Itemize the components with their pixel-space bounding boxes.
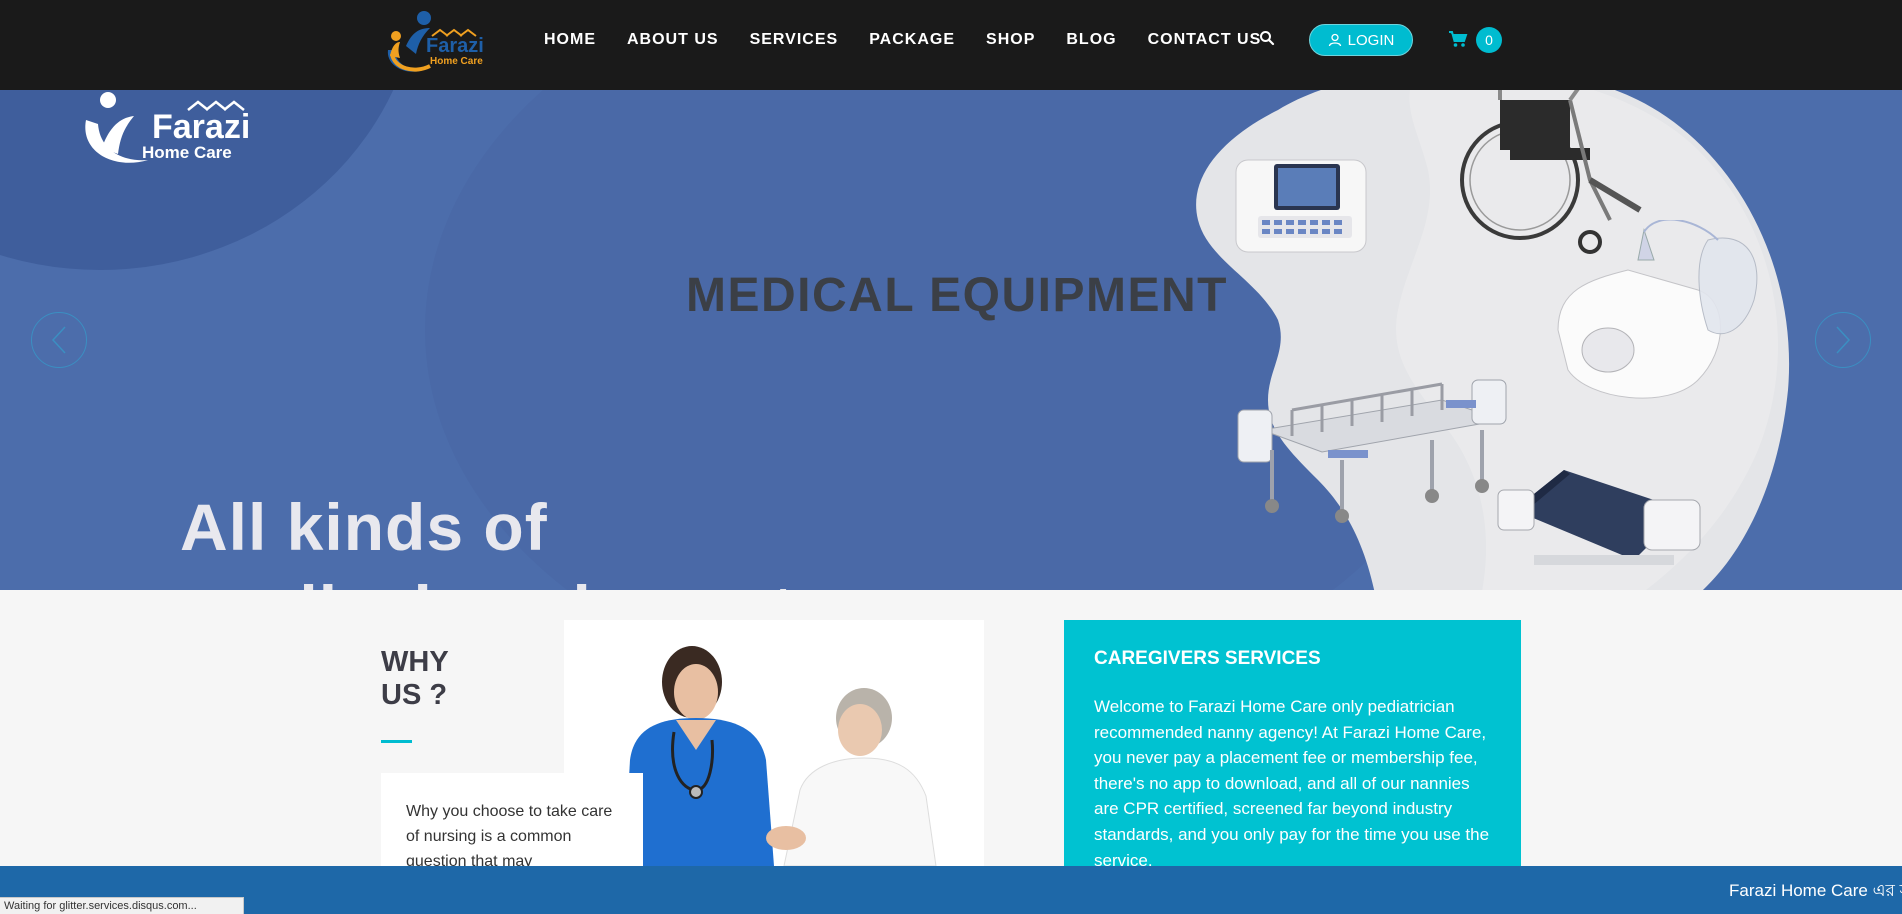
login-label: LOGIN bbox=[1347, 31, 1395, 49]
why-us-heading-line-1: WHY bbox=[381, 646, 449, 678]
hero-brand-badge: Farazi Home Care bbox=[85, 92, 250, 163]
why-us-heading: WHY US ? bbox=[381, 646, 449, 712]
slider-prev-button[interactable] bbox=[31, 312, 87, 368]
hero-subtitle-line-1: All kinds of bbox=[180, 490, 548, 564]
cart-icon[interactable] bbox=[1448, 30, 1468, 48]
ticker-text: Farazi Home Care এর স bbox=[1729, 881, 1902, 900]
farazi-logo[interactable]: Farazi Home Care bbox=[380, 6, 486, 78]
browser-status-bar: Waiting for glitter.services.disqus.com.… bbox=[0, 897, 244, 914]
hero-subtitle-line-2: medical equipment bbox=[180, 568, 795, 590]
why-us-card: Why you choose to take care of nursing i… bbox=[381, 773, 643, 873]
hospital-bed-image bbox=[1237, 379, 1507, 523]
why-us-accent-rule bbox=[381, 740, 412, 743]
logo-brand-text: Farazi bbox=[426, 35, 484, 57]
why-us-heading-line-2: US ? bbox=[381, 679, 448, 711]
login-button[interactable]: LOGIN bbox=[1309, 24, 1413, 56]
chevron-right-icon bbox=[1836, 326, 1851, 354]
hero-badge-brand: Farazi bbox=[152, 108, 250, 146]
nav-about-us[interactable]: ABOUT US bbox=[627, 31, 719, 49]
caregivers-text: Welcome to Farazi Home Care only pediatr… bbox=[1094, 697, 1490, 870]
chevron-left-icon bbox=[51, 326, 66, 354]
why-us-text: Why you choose to take care of nursing i… bbox=[406, 803, 613, 870]
search-icon[interactable] bbox=[1259, 30, 1275, 46]
hero-badge-tagline: Home Care bbox=[142, 143, 232, 162]
site-header: Farazi Home Care HOME ABOUT US SERVICES … bbox=[0, 0, 1902, 90]
hero-title: MEDICAL EQUIPMENT bbox=[686, 269, 1228, 322]
announcement-ticker-bar: Farazi Home Care এর স bbox=[0, 866, 1902, 914]
ecg-machine-image bbox=[1235, 159, 1367, 253]
hero-slider: Farazi Home Care MEDICAL EQUIPMENT All k… bbox=[0, 90, 1902, 590]
caregivers-title: CAREGIVERS SERVICES bbox=[1094, 648, 1321, 669]
nav-package[interactable]: PACKAGE bbox=[869, 31, 955, 49]
logo-tagline-text: Home Care bbox=[430, 56, 483, 67]
nav-home[interactable]: HOME bbox=[544, 31, 596, 49]
electric-bed-image bbox=[1497, 470, 1701, 565]
caregivers-services-box: CAREGIVERS SERVICES Welcome to Farazi Ho… bbox=[1064, 620, 1521, 870]
hero-subtitle: All kinds of medical equipment bbox=[180, 486, 795, 590]
cart-count-badge[interactable]: 0 bbox=[1476, 27, 1502, 53]
nebulizer-image bbox=[1557, 220, 1758, 399]
slider-next-button[interactable] bbox=[1815, 312, 1871, 368]
nav-contact-us[interactable]: CONTACT US bbox=[1148, 31, 1262, 49]
nav-shop[interactable]: SHOP bbox=[986, 31, 1035, 49]
user-icon bbox=[1328, 33, 1341, 47]
nav-blog[interactable]: BLOG bbox=[1066, 31, 1116, 49]
main-nav: HOME ABOUT US SERVICES PACKAGE SHOP BLOG… bbox=[544, 0, 1292, 80]
nav-services[interactable]: SERVICES bbox=[750, 31, 839, 49]
